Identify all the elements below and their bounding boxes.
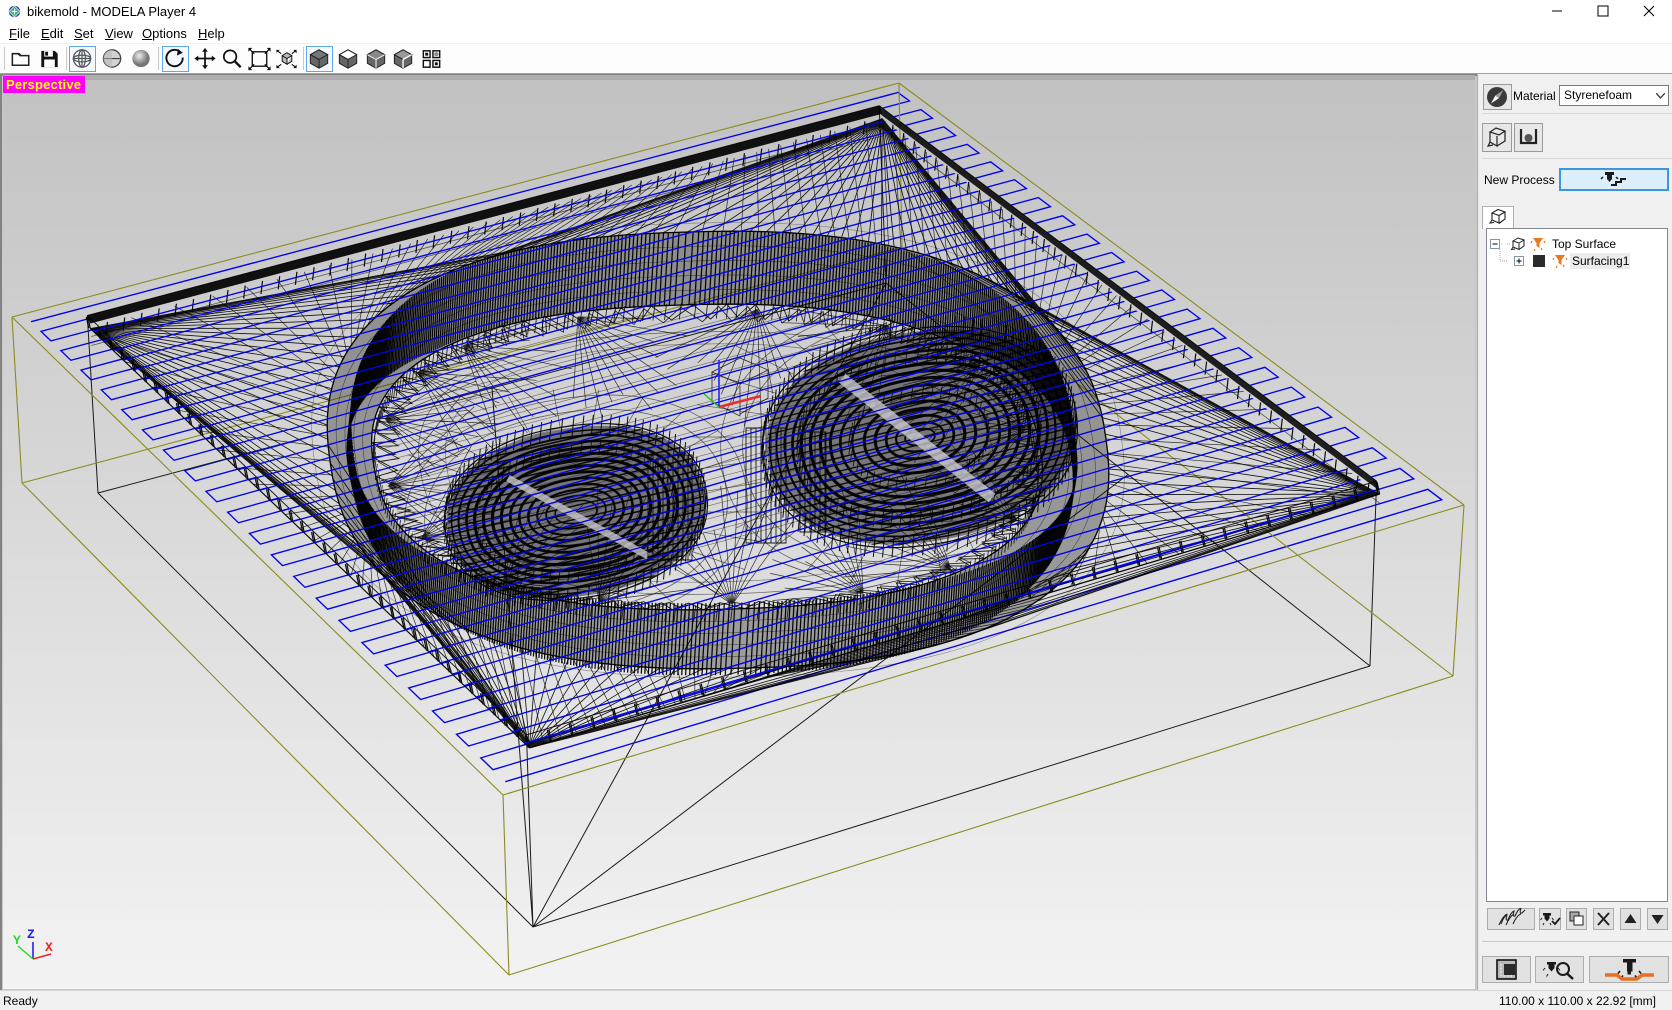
svg-text:X: X [45, 940, 53, 955]
svg-text:Top Surface: Top Surface [1552, 237, 1616, 251]
svg-text:Z: Z [27, 927, 35, 942]
svg-text:Y: Y [13, 933, 21, 948]
svg-text:Surfacing1: Surfacing1 [1572, 254, 1630, 268]
